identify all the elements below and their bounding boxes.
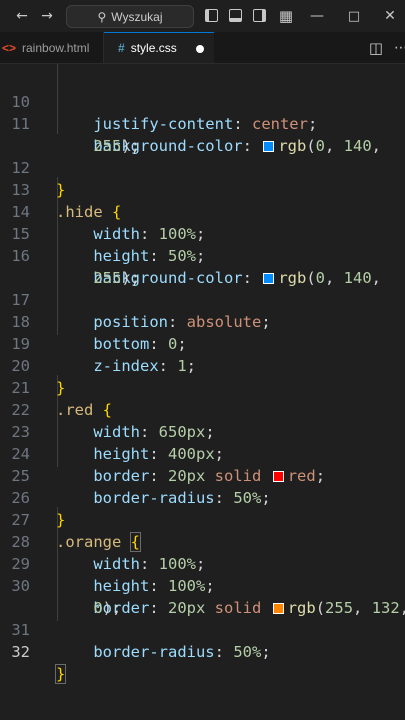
maximize-icon[interactable]: □ [342, 4, 366, 28]
code-line: 32 } [0, 619, 405, 684]
search-placeholder: Wyszukaj [111, 9, 163, 24]
tab-label: style.css [130, 41, 177, 55]
tab-rainbow-html[interactable]: <> rainbow.html [0, 32, 104, 63]
search-input[interactable]: ⚲ Wyszukaj [66, 5, 194, 28]
code-line: 17 position: absolute; [0, 267, 405, 331]
layout-sidebar-right-icon[interactable] [253, 9, 266, 22]
layout-panel-icon[interactable] [229, 9, 242, 22]
code-line: 255); [56, 269, 140, 287]
arrow-right-icon[interactable]: → [35, 4, 59, 28]
unsaved-dot-icon[interactable] [196, 45, 204, 53]
code-line: 15 height: 50%; [0, 201, 405, 265]
code-line: 30 border: 20px solid rgb(255, 132, [0, 553, 405, 617]
html-file-icon: <> [2, 40, 17, 55]
tab-label: rainbow.html [22, 40, 90, 55]
code-line: 0); [56, 599, 122, 617]
code-line: 31 border-radius: 50%; [0, 597, 405, 661]
tab-style-css[interactable]: # style.css [104, 32, 214, 63]
code-line: 28 width: 100%; [0, 509, 405, 573]
code-line: 23 height: 400px; [0, 399, 405, 463]
code-line: 26 } [0, 465, 405, 529]
code-line: 14 width: 100%; [0, 179, 405, 243]
code-line: 11 background-color: rgb(0, 140, [0, 91, 405, 155]
code-line: 10 justify-content: center; [0, 69, 405, 133]
text-cursor [65, 664, 67, 682]
search-icon: ⚲ [97, 9, 107, 24]
code-line: 21 .red { [0, 355, 405, 419]
code-line: 12 } [0, 135, 405, 199]
layout-sidebar-icon[interactable] [205, 9, 218, 22]
split-editor-icon[interactable]: ◫ [364, 36, 388, 60]
code-line: 22 width: 650px; [0, 377, 405, 441]
title-bar: ← → ⚲ Wyszukaj ▦ — □ ✕ [0, 0, 405, 32]
code-line: 16 background-color: rgb(0, 140, [0, 223, 405, 287]
code-editor[interactable]: height: 100%; 10 justify-content: center… [0, 64, 405, 720]
code-line: 24 border: 20px solid red; [0, 421, 405, 485]
code-line: 19 z-index: 1; [0, 311, 405, 375]
code-line: 27 .orange { [0, 487, 405, 552]
code-line: 29 height: 100%; [0, 531, 405, 595]
code-line: 20 } [0, 333, 405, 397]
more-actions-icon[interactable]: ⋯ [389, 36, 405, 60]
code-line: 25 border-radius: 50%; [0, 443, 405, 507]
code-line: 13 .hide { [0, 157, 405, 221]
line-number: 32 [11, 643, 30, 661]
code-line: 18 bottom: 0; [0, 289, 405, 353]
css-file-icon: # [118, 41, 125, 55]
close-icon[interactable]: ✕ [378, 4, 402, 28]
code-line: 255); [56, 137, 140, 155]
arrow-left-icon[interactable]: ← [10, 4, 34, 28]
tab-bar: <> rainbow.html # style.css ◫ ⋯ [0, 32, 405, 64]
minimize-icon[interactable]: — [305, 4, 329, 28]
layout-grid-icon[interactable]: ▦ [274, 4, 298, 28]
